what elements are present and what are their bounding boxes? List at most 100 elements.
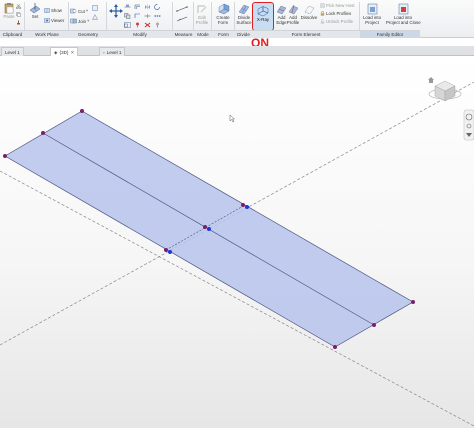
cut-tool-button[interactable] [16,4,21,9]
tab-label: {3D} [59,49,69,55]
scale-icon[interactable] [124,22,131,28]
panel-mode: Mode [194,30,212,38]
trim-icon[interactable] [134,13,141,19]
x-ray-icon [257,6,269,17]
vertex-point[interactable] [3,154,7,158]
tab-level-1[interactable]: Level 1 [1,47,24,56]
view-3d-icon: ◈ [54,49,58,55]
selected-vertex-point[interactable] [207,227,211,231]
offset-icon[interactable] [134,4,141,10]
divide-surface-button[interactable]: Divide Surface [236,3,252,25]
array-icon[interactable] [154,13,161,19]
unlock-profile-button[interactable]: Unlock Profile [320,19,353,24]
add-profile-icon [288,4,298,15]
dimension-icon[interactable] [176,16,188,22]
paste-button[interactable]: Paste [2,2,16,19]
pin-icon[interactable] [134,22,141,28]
dropdown-chevron-icon: ▾ [85,8,89,13]
unlock-icon [320,19,325,24]
unpin-icon[interactable] [154,22,161,28]
panel-measure: Measure [173,30,194,38]
delete-icon[interactable] [144,22,151,28]
panel-clipboard: Clipboard [0,30,25,38]
close-icon[interactable]: ✕ [71,48,75,57]
vertex-point[interactable] [411,300,415,304]
scissors-icon [16,4,21,9]
vertex-point[interactable] [41,131,45,135]
dissolve-button[interactable]: Dissolve [300,3,318,20]
lock-icon [320,11,325,16]
modify-tools-grid [124,4,163,28]
grid-plane-icon [29,3,41,14]
panel-geometry: Geometry [69,30,107,38]
vertex-point[interactable] [333,345,337,349]
3d-canvas[interactable] [0,57,474,428]
join-geometry-icon [70,18,77,24]
join-geometry-button[interactable]: Join ▾ [70,18,89,24]
split-face-icon[interactable] [92,14,98,20]
split-icon[interactable] [144,13,151,19]
selected-vertex-point[interactable] [168,250,172,254]
show-button[interactable]: Show [44,8,62,13]
divide-surface-icon [238,4,250,15]
selected-vertex-point[interactable] [245,205,249,209]
load-into-project-and-close-button[interactable]: Load into Project and Close [386,3,421,25]
load-and-close-icon [398,3,408,15]
viewer-button[interactable]: Viewer [44,18,64,23]
panel-work-plane: Work Plane [25,30,69,38]
divide-surface-label: Divide Surface [236,15,252,25]
lock-profiles-button[interactable]: Lock Profiles [320,11,351,16]
dropdown-chevron-icon: ▾ [87,18,90,23]
x-ray-button[interactable]: X-Ray [252,2,274,31]
edit-profile-icon [197,5,207,13]
vertex-point[interactable] [203,225,207,229]
rotate-icon[interactable] [154,4,161,10]
load-into-project-button[interactable]: Load into Project [361,3,383,25]
create-form-label: Create Form [216,15,230,25]
load-into-project-label: Load into Project [362,15,382,25]
cut-geometry-button[interactable]: Cut ▾ [70,8,88,14]
measure-icon[interactable] [176,6,188,12]
vertex-point[interactable] [80,109,84,113]
grid-icon [44,8,50,13]
cut-geometry-icon [70,8,77,14]
ribbon: Paste Clipboard Set Show Viewer Work Pla… [0,0,474,38]
panel-divide: Divide [235,30,252,38]
move-button[interactable] [109,4,123,18]
navigation-bar[interactable] [463,109,474,141]
viewer-icon [44,18,50,23]
mirror-icon[interactable] [144,4,151,10]
tab-level-1-second[interactable]: ▫ Level 1 [99,47,126,56]
match-type-button[interactable] [16,20,21,25]
edit-profile-label: Edit Profile [195,15,209,25]
edit-profile-button[interactable]: Edit Profile [195,3,209,25]
tab-3d[interactable]: ◈ {3D} ✕ [50,47,79,57]
cut-label: Cut [78,8,85,14]
set-button[interactable]: Set [28,2,42,19]
copy-tool-button[interactable] [16,12,21,17]
panel-modify: Modify [107,30,173,38]
viewer-label: Viewer [51,18,65,23]
pick-new-host-label: Pick New Host [326,3,355,8]
view-cube[interactable] [428,80,462,102]
geometry-tools [92,5,98,20]
wall-joins-icon[interactable] [92,5,98,11]
pick-new-host-button[interactable]: Pick New Host [320,3,355,8]
set-label: Set [31,14,39,19]
create-form-icon [218,3,229,15]
create-form-button[interactable]: Create Form [213,3,233,25]
dissolve-label: Dissolve [300,15,318,20]
copy-element-icon[interactable] [124,13,131,19]
vertex-point[interactable] [241,203,245,207]
paste-icon [4,3,14,14]
lock-profiles-label: Lock Profiles [326,11,352,16]
add-profile-button[interactable]: Add Profile [286,3,300,25]
vertex-point[interactable] [372,323,376,327]
3d-viewport[interactable] [0,57,474,428]
load-into-project-close-label: Load into Project and Close [386,15,421,25]
vertex-point[interactable] [164,248,168,252]
align-icon[interactable] [124,4,131,10]
home-icon[interactable] [428,77,434,83]
tab-label: Level 1 [106,49,122,55]
brush-icon [17,20,20,25]
